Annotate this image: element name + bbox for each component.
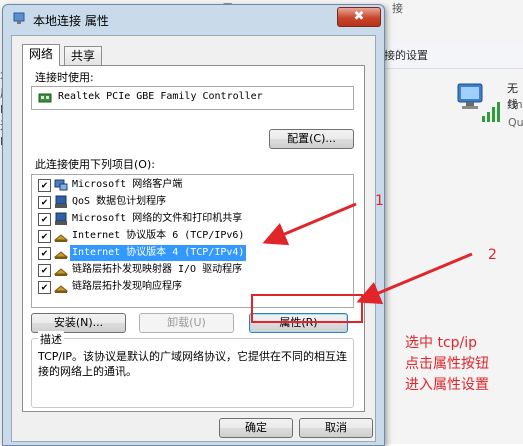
arrow-to-properties-button bbox=[356, 252, 473, 305]
annotation-note: 选中 tcp/ip 点击属性按钮 进入属性设置 bbox=[405, 333, 489, 396]
arrow-to-ipv4-item bbox=[262, 202, 357, 246]
tab-network[interactable]: 网络 bbox=[22, 44, 61, 66]
annotation-note-line: 选中 tcp/ip bbox=[405, 335, 478, 351]
properties-highlight-box bbox=[251, 294, 363, 323]
annotation-note-line: 点击属性按钮 bbox=[405, 356, 489, 372]
annotation-marker-2: 2 bbox=[488, 247, 497, 263]
annotation-note-line: 进入属性设置 bbox=[405, 377, 489, 393]
annotation-marker-1: 1 bbox=[375, 193, 384, 209]
